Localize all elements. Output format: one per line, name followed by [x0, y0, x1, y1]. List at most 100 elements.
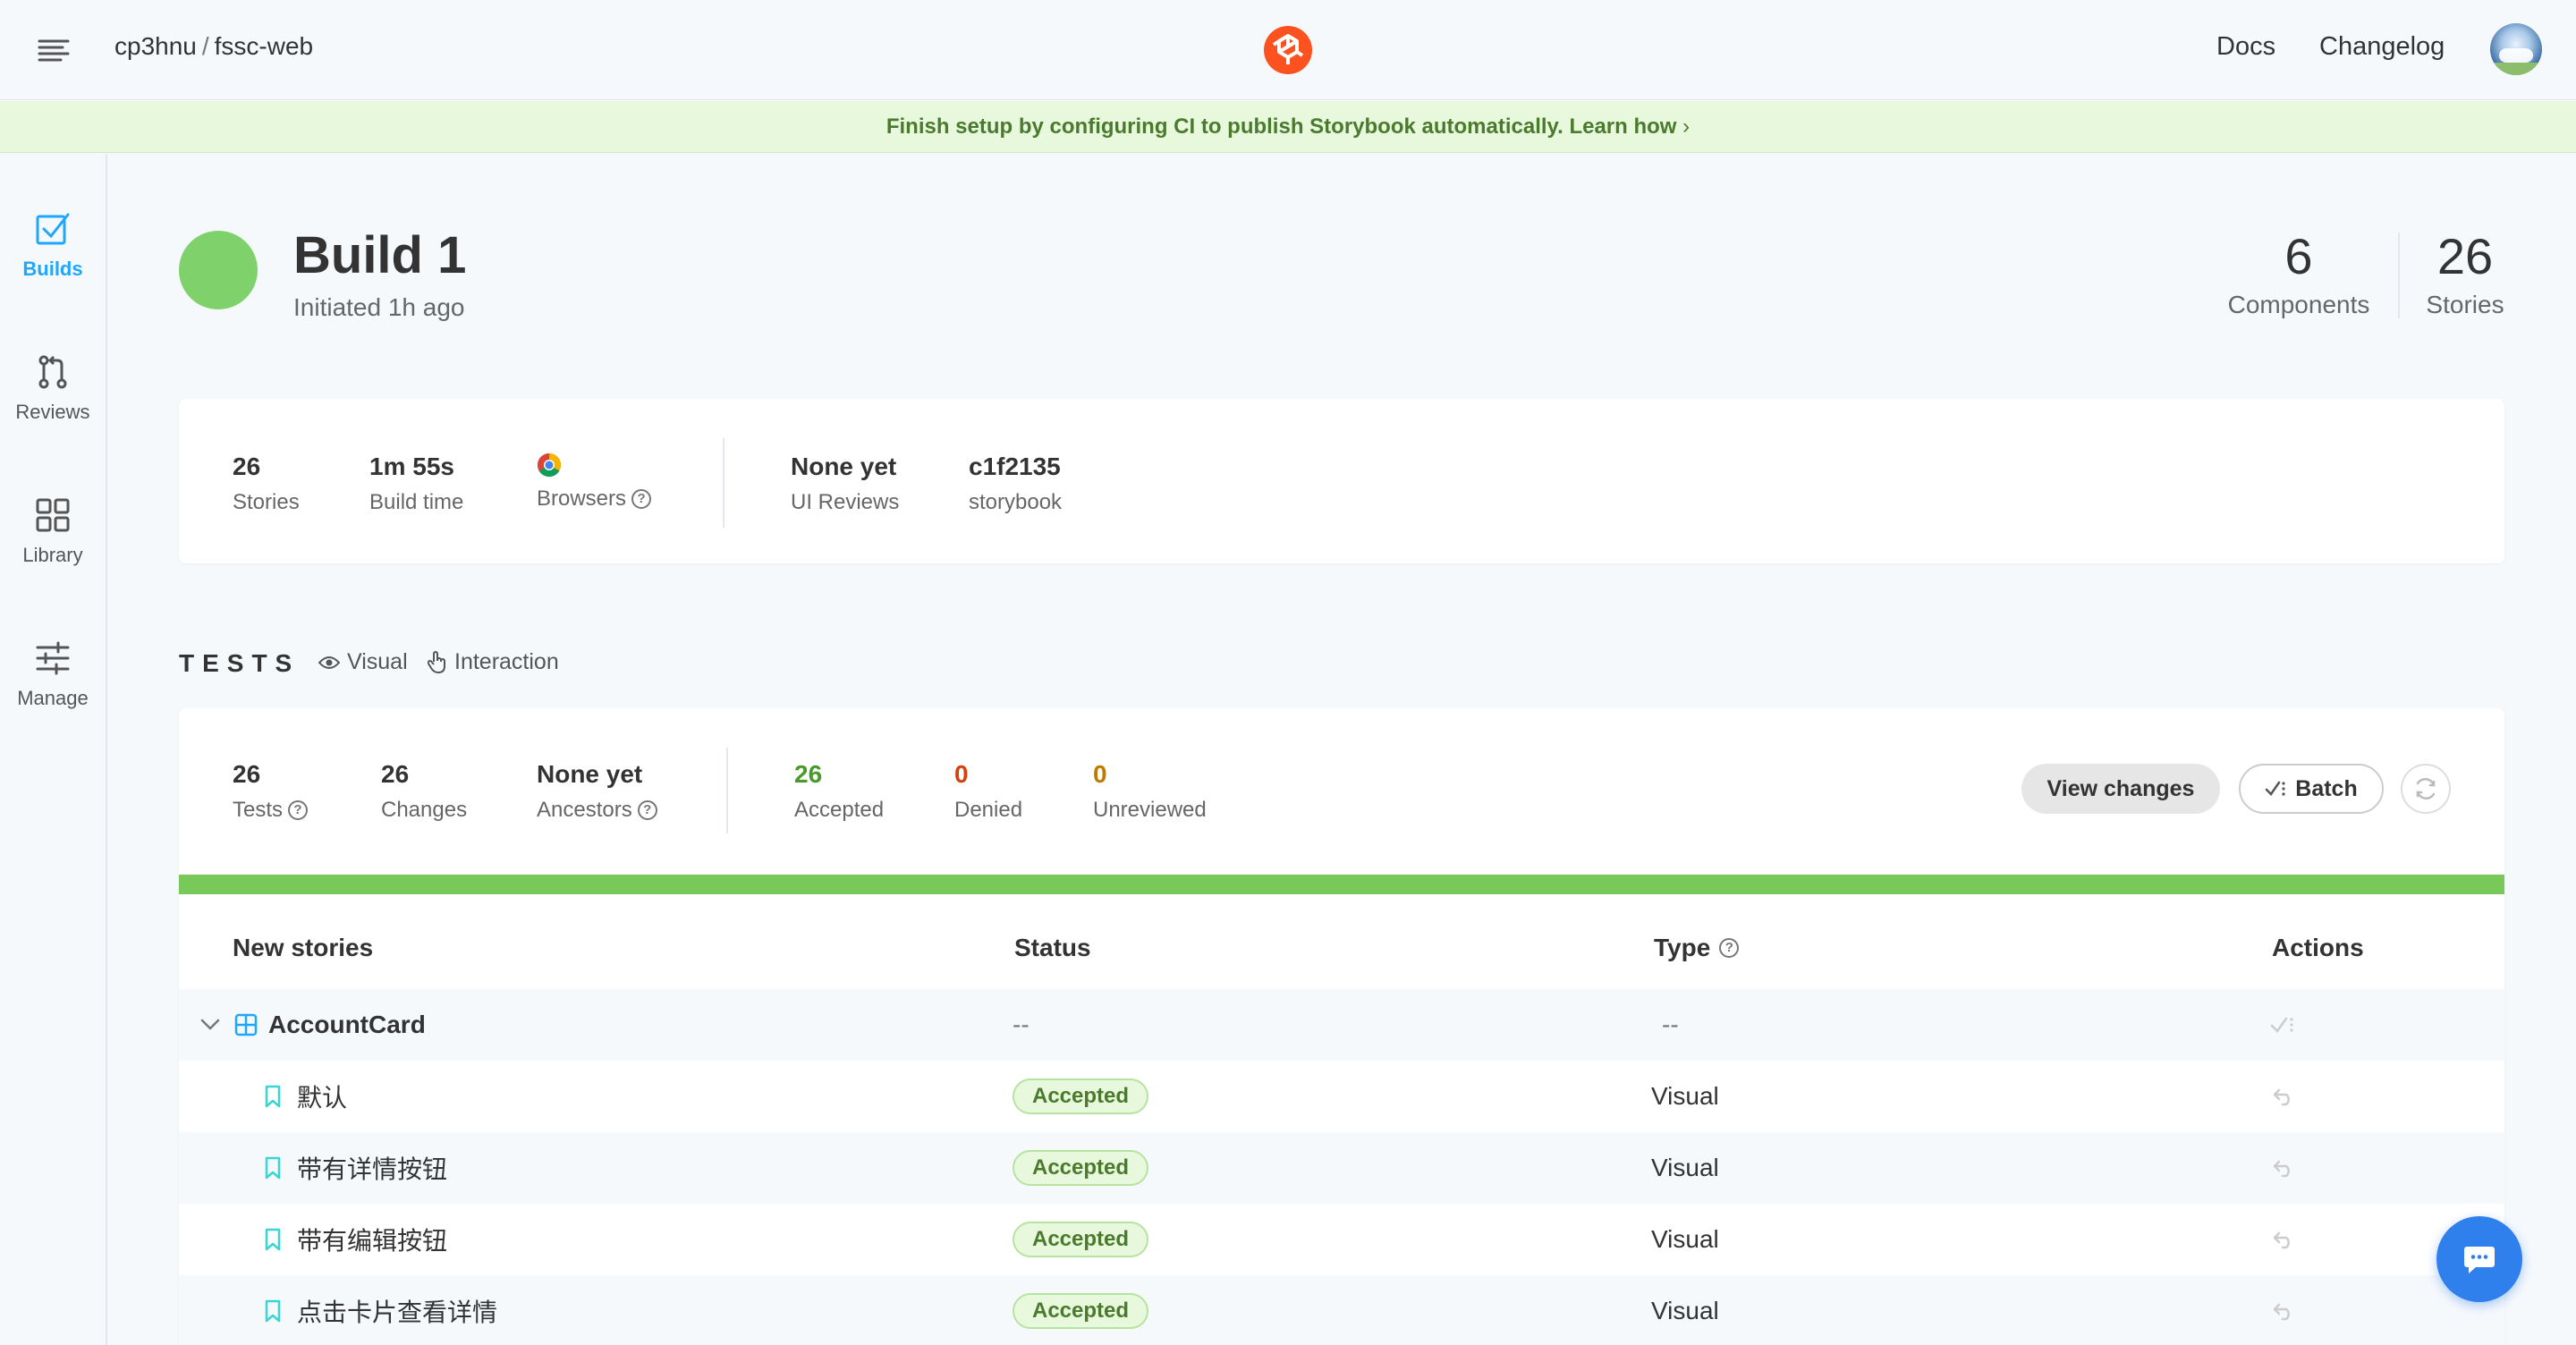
learn-how-link[interactable]: Learn how › [1569, 114, 1690, 139]
view-changes-label: View changes [2046, 775, 2195, 801]
undo-icon[interactable] [2272, 1204, 2295, 1275]
browsers-label: Browsers [537, 486, 627, 511]
pointer-hand-icon [428, 650, 447, 674]
batch-label: Batch [2295, 775, 2358, 801]
component-grid-icon [234, 989, 258, 1061]
status-cell: Accepted [1013, 1275, 1149, 1345]
status-badge: Accepted [1013, 1150, 1149, 1186]
story-row[interactable]: 默认 Accepted Visual [179, 1061, 2504, 1132]
filter-interaction-label: Interaction [454, 649, 559, 674]
stories-count: 26 [2436, 228, 2494, 284]
repo-name[interactable]: fssc-web [215, 32, 313, 60]
column-header-stories: New stories [233, 934, 374, 961]
repo-owner[interactable]: cp3hnu [114, 32, 197, 60]
component-group-row[interactable]: AccountCard -- -- [179, 989, 2504, 1061]
stories-stat[interactable]: 26 Stories [2420, 227, 2510, 319]
chromatic-logo-icon[interactable] [1263, 25, 1313, 75]
banner-text: Finish setup by configuring CI to publis… [886, 114, 1563, 139]
column-header-actions: Actions [2272, 934, 2364, 961]
docs-link[interactable]: Docs [2216, 32, 2275, 62]
stat-label: Changes [381, 798, 468, 822]
sidebar-item-manage[interactable]: Manage [0, 640, 106, 748]
story-name: 带有编辑按钮 [297, 1227, 448, 1255]
summary-stories: 26 Stories [233, 453, 300, 515]
stat-label: Stories [233, 490, 300, 514]
sidebar-item-reviews[interactable]: Reviews [0, 354, 106, 461]
stat-label: Ancestors? [537, 798, 657, 823]
summary-build-time: 1m 55s Build time [369, 453, 463, 515]
tests-heading: TESTS [179, 649, 301, 677]
stat-label: Build time [369, 490, 464, 514]
story-row[interactable]: 带有编辑按钮 Accepted Visual [179, 1204, 2504, 1275]
chevron-down-icon[interactable] [200, 989, 220, 1061]
undo-icon[interactable] [2272, 1132, 2295, 1204]
story-row[interactable]: 点击卡片查看详情 Accepted Visual [179, 1275, 2504, 1345]
ancestors-stat: None yet Ancestors? [537, 760, 657, 823]
batch-button[interactable]: Batch [2239, 764, 2384, 814]
summary-ui-reviews[interactable]: None yet UI Reviews [791, 453, 899, 515]
unreviewed-stat[interactable]: 0 Unreviewed [1093, 760, 1207, 823]
rerun-button[interactable] [2401, 764, 2451, 814]
learn-how-label[interactable]: Learn how [1569, 114, 1676, 139]
sliders-icon [35, 640, 71, 676]
repo-breadcrumb[interactable]: cp3hnu / fssc-web [114, 32, 313, 61]
batch-accept-icon[interactable] [2270, 989, 2297, 1061]
help-icon[interactable]: ? [637, 800, 657, 820]
stat-label: Tests? [233, 798, 309, 823]
status-cell: Accepted [1013, 1204, 1149, 1275]
stat-label: Browsers? [537, 486, 652, 512]
stat-value: 1m 55s [369, 453, 454, 480]
pull-request-icon [35, 354, 71, 390]
denied-stat[interactable]: 0 Denied [954, 760, 1022, 823]
eye-icon [318, 655, 340, 671]
accepted-stat[interactable]: 26 Accepted [794, 760, 884, 823]
sidebar-item-label: Builds [22, 258, 83, 280]
build-summary-card: 26 Stories 1m 55s Build time Browsers? N… [179, 399, 2504, 563]
status-badge: Accepted [1013, 1293, 1149, 1329]
changes-count: 26 Changes [381, 760, 467, 823]
group-type: -- [1662, 1011, 1679, 1038]
filter-interaction[interactable]: Interaction [428, 649, 559, 675]
sidebar-item-library[interactable]: Library [0, 497, 106, 605]
avatar-ground-shape [2490, 63, 2542, 75]
status-badge: Accepted [1013, 1079, 1149, 1114]
story-name: 带有详情按钮 [297, 1155, 448, 1183]
user-avatar[interactable] [2490, 23, 2542, 75]
hamburger-menu-icon[interactable] [36, 34, 72, 66]
stat-label: Denied [954, 798, 1023, 822]
stat-value: 0 [1093, 760, 1107, 788]
build-initiated-time: Initiated 1h ago [293, 293, 465, 321]
tests-label: Tests [233, 798, 284, 822]
components-stat[interactable]: 6 Components [2222, 227, 2376, 319]
batch-check-icon [2265, 780, 2288, 798]
help-icon[interactable]: ? [631, 489, 652, 509]
tests-divider [726, 748, 728, 833]
summary-commit[interactable]: c1f2135 storybook [969, 453, 1062, 515]
story-row[interactable]: 带有详情按钮 Accepted Visual [179, 1132, 2504, 1204]
filter-visual[interactable]: Visual [318, 649, 408, 675]
undo-icon[interactable] [2272, 1275, 2295, 1345]
sidebar: Builds Reviews Library Manage [0, 154, 107, 1345]
chrome-icon [537, 453, 651, 481]
changelog-link[interactable]: Changelog [2319, 32, 2445, 62]
group-status: -- [1013, 1011, 1030, 1038]
top-bar: cp3hnu / fssc-web Docs Changelog [0, 0, 2576, 100]
avatar-cloud-shape [2499, 48, 2533, 63]
undo-icon[interactable] [2272, 1061, 2295, 1132]
view-changes-button[interactable]: View changes [2021, 764, 2220, 814]
stat-value: None yet [537, 760, 643, 788]
column-header-status: Status [1014, 934, 1091, 961]
stat-value: 26 [381, 760, 410, 788]
help-icon[interactable]: ? [288, 800, 309, 820]
story-type: Visual [1651, 1297, 1719, 1324]
breadcrumb-separator: / [201, 32, 209, 60]
chat-bubble-icon [2463, 1245, 2496, 1275]
sidebar-item-builds[interactable]: Builds [0, 211, 106, 318]
stat-divider [2398, 233, 2400, 318]
help-icon[interactable]: ? [1719, 938, 1740, 958]
ancestors-label: Ancestors [537, 798, 632, 822]
type-header-label: Type [1654, 934, 1711, 961]
components-count: 6 [2284, 228, 2313, 284]
chat-support-button[interactable] [2436, 1216, 2522, 1302]
stories-label: Stories [2426, 291, 2504, 318]
